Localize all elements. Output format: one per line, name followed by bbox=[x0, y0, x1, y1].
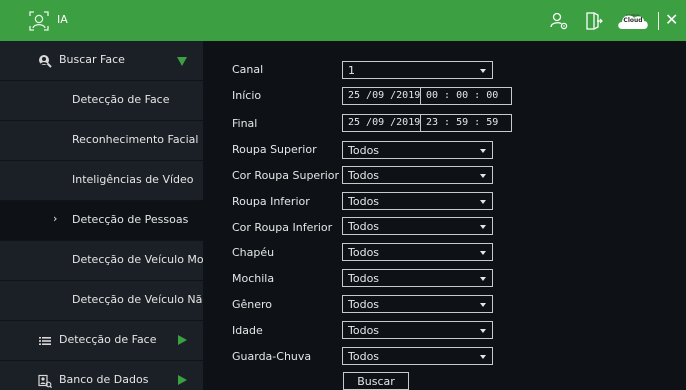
chapeu-select[interactable]: Todos bbox=[342, 243, 493, 261]
list-icon bbox=[39, 337, 51, 345]
select-value: Todos bbox=[348, 272, 380, 285]
sidebar-item-label: Inteligências de Vídeo bbox=[72, 173, 194, 186]
sidebar-item-label: Detecção de Face bbox=[72, 93, 170, 106]
expand-down-icon bbox=[177, 57, 187, 66]
sidebar-item-label: Reconhecimento Facial bbox=[72, 133, 199, 146]
idade-select[interactable]: Todos bbox=[342, 321, 493, 339]
sidebar-item-deteccao-de-pessoas[interactable]: › Detecção de Pessoas bbox=[0, 201, 203, 241]
roupa-inferior-label: Roupa Inferior bbox=[232, 195, 310, 208]
user-settings-icon[interactable] bbox=[547, 9, 571, 33]
sidebar-item-deteccao-de-veiculo-nao-motorizado[interactable]: Detecção de Veículo Nã... bbox=[0, 281, 213, 321]
chapeu-label: Chapéu bbox=[232, 246, 275, 259]
select-value: Todos bbox=[348, 220, 380, 233]
inicio-time-input[interactable]: 00 : 00 : 00 bbox=[421, 88, 511, 104]
inicio-date-input[interactable]: 25 /09 /2019 bbox=[343, 88, 421, 104]
expand-right-icon bbox=[178, 375, 187, 385]
idade-label: Idade bbox=[232, 324, 263, 337]
chevron-down-icon bbox=[480, 303, 486, 307]
chevron-down-icon bbox=[480, 174, 486, 178]
database-icon bbox=[38, 374, 52, 388]
select-value: Todos bbox=[348, 195, 380, 208]
inicio-datetime: 25 /09 /2019 00 : 00 : 00 bbox=[342, 87, 512, 105]
guarda-chuva-select[interactable]: Todos bbox=[342, 347, 493, 365]
sidebar-item-inteligencias-de-video[interactable]: Inteligências de Vídeo bbox=[0, 161, 203, 201]
expand-right-icon bbox=[178, 335, 187, 345]
sidebar-item-deteccao-de-veiculo-motorizado[interactable]: Detecção de Veículo Mo... bbox=[0, 241, 214, 281]
cor-roupa-superior-select[interactable]: Todos bbox=[342, 166, 493, 184]
face-scan-icon bbox=[29, 11, 49, 31]
mochila-select[interactable]: Todos bbox=[342, 269, 493, 287]
sidebar-item-label: Detecção de Veículo Nã... bbox=[72, 293, 213, 306]
chevron-down-icon bbox=[480, 329, 486, 333]
final-time-input[interactable]: 23 : 59 : 59 bbox=[421, 115, 511, 131]
chevron-down-icon bbox=[480, 277, 486, 281]
final-date-input[interactable]: 25 /09 /2019 bbox=[343, 115, 421, 131]
select-value: Todos bbox=[348, 246, 380, 259]
canal-label: Canal bbox=[232, 63, 264, 76]
cloud-label: Cloud bbox=[623, 17, 643, 24]
sidebar-item-reconhecimento-facial[interactable]: Reconhecimento Facial bbox=[0, 121, 203, 161]
guarda-chuva-label: Guarda-Chuva bbox=[232, 350, 312, 363]
app-title: IA bbox=[57, 13, 68, 26]
sidebar-group-label: Banco de Dados bbox=[59, 373, 149, 386]
select-value: Todos bbox=[348, 324, 380, 337]
search-form: Canal 1 Início 25 /09 /2019 00 : 00 : 00… bbox=[203, 41, 686, 390]
canal-value: 1 bbox=[348, 64, 355, 77]
sidebar-item-label: Detecção de Veículo Mo... bbox=[72, 253, 214, 266]
active-chevron-icon: › bbox=[53, 212, 58, 225]
cloud-icon[interactable]: Intelbras Cloud bbox=[616, 10, 650, 32]
sidebar-group-buscar-face[interactable]: Buscar Face bbox=[0, 41, 203, 81]
top-bar: IA Intelbras Cloud ✕ bbox=[0, 0, 686, 41]
chevron-down-icon bbox=[480, 225, 486, 229]
select-value: Todos bbox=[348, 144, 380, 157]
sidebar-group-banco-de-dados[interactable]: Banco de Dados bbox=[0, 361, 203, 390]
chevron-down-icon bbox=[480, 355, 486, 359]
close-icon[interactable]: ✕ bbox=[665, 10, 678, 30]
toolbar-divider bbox=[658, 12, 659, 30]
roupa-superior-select[interactable]: Todos bbox=[342, 141, 493, 159]
genero-label: Gênero bbox=[232, 298, 273, 311]
final-label: Final bbox=[232, 117, 258, 130]
roupa-inferior-select[interactable]: Todos bbox=[342, 192, 493, 210]
canal-select[interactable]: 1 bbox=[342, 61, 493, 79]
cor-roupa-superior-label: Cor Roupa Superior bbox=[232, 169, 340, 182]
sidebar-group-deteccao-de-face[interactable]: Detecção de Face bbox=[0, 321, 203, 361]
chevron-down-icon bbox=[480, 69, 486, 73]
chevron-down-icon bbox=[480, 200, 486, 204]
inicio-label: Início bbox=[232, 89, 262, 102]
sidebar-item-deteccao-de-face[interactable]: Detecção de Face bbox=[0, 81, 203, 121]
mochila-label: Mochila bbox=[232, 272, 275, 285]
select-value: Todos bbox=[348, 298, 380, 311]
sidebar-group-label: Buscar Face bbox=[59, 53, 125, 66]
final-datetime: 25 /09 /2019 23 : 59 : 59 bbox=[342, 114, 512, 132]
cor-roupa-inferior-label: Cor Roupa Inferior bbox=[232, 221, 333, 234]
exit-icon[interactable] bbox=[582, 9, 606, 33]
chevron-down-icon bbox=[480, 251, 486, 255]
chevron-down-icon bbox=[480, 149, 486, 153]
sidebar-item-label: Detecção de Pessoas bbox=[72, 213, 189, 226]
face-search-icon bbox=[39, 55, 52, 68]
sidebar-group-label: Detecção de Face bbox=[59, 333, 157, 346]
select-value: Todos bbox=[348, 169, 380, 182]
genero-select[interactable]: Todos bbox=[342, 295, 493, 313]
sidebar: Buscar Face Detecção de Face Reconhecime… bbox=[0, 41, 214, 390]
cor-roupa-inferior-select[interactable]: Todos bbox=[342, 217, 493, 235]
roupa-superior-label: Roupa Superior bbox=[232, 143, 317, 156]
select-value: Todos bbox=[348, 350, 380, 363]
search-button[interactable]: Buscar bbox=[343, 372, 409, 390]
